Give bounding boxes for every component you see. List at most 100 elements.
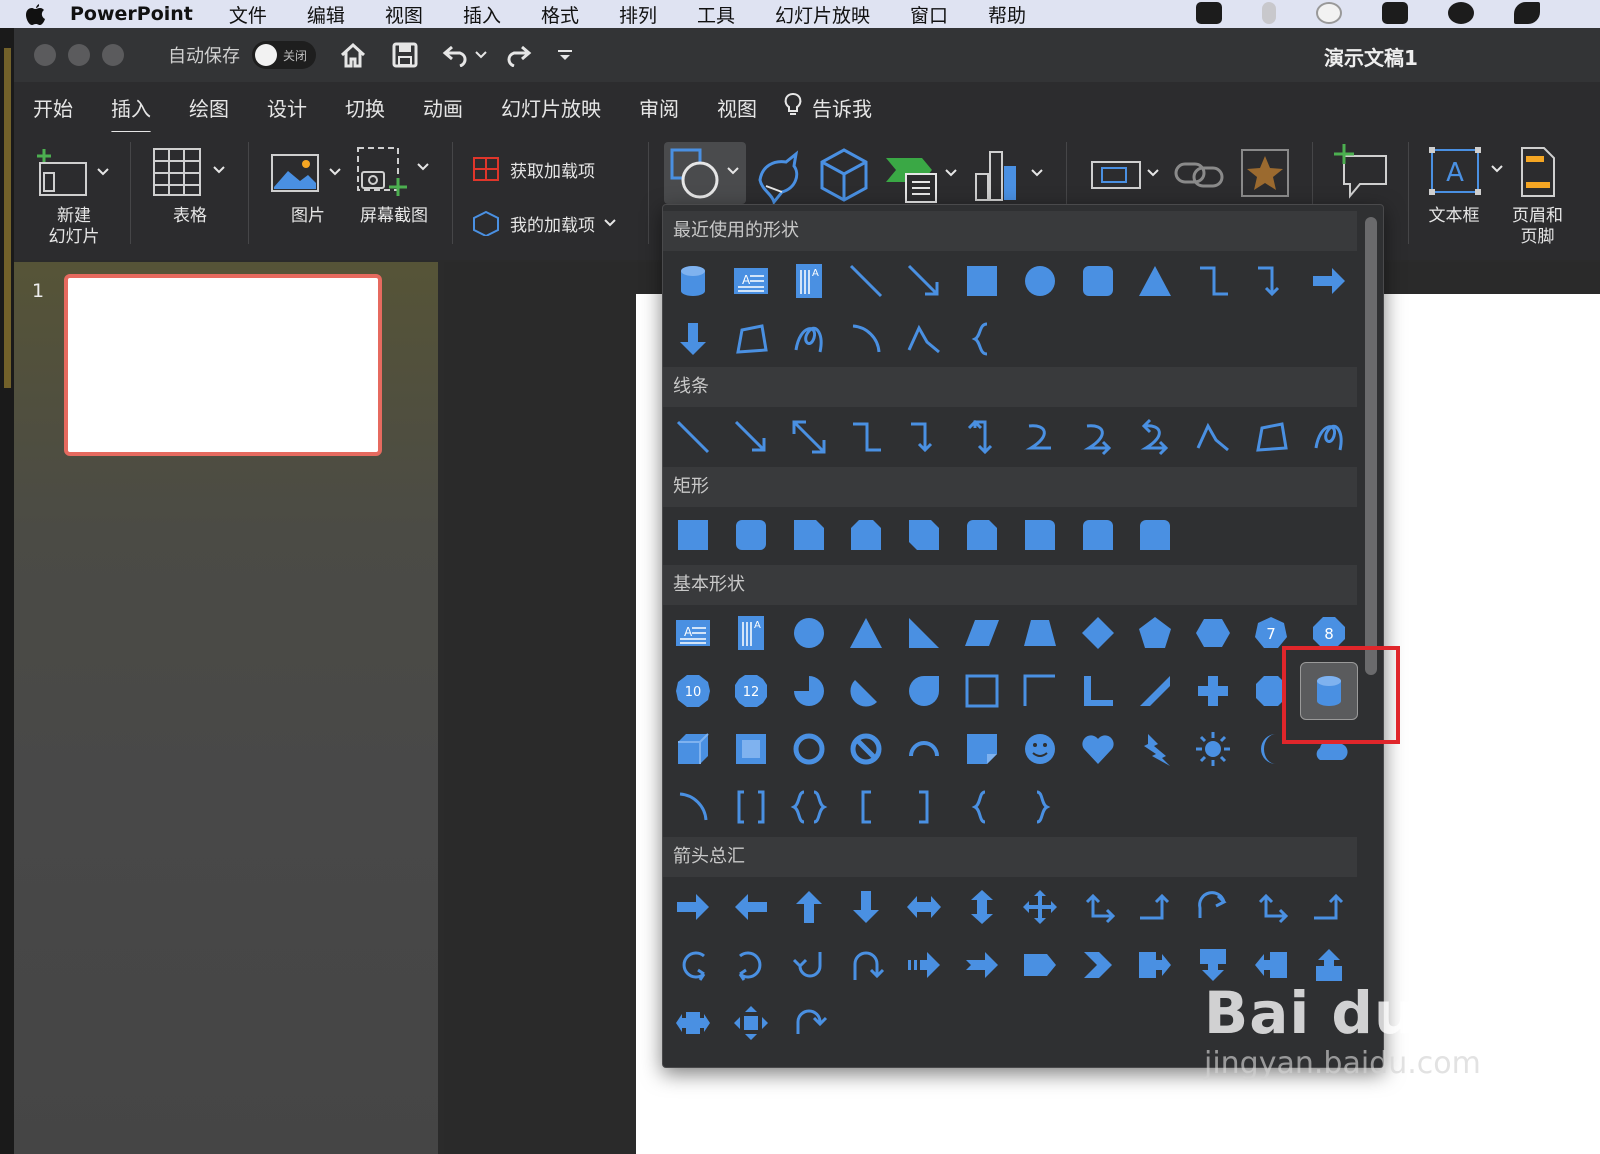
tray-office-icon[interactable] [1382, 2, 1408, 24]
shape-downarrow-icon[interactable] [842, 883, 890, 931]
shape-arc-icon[interactable] [842, 315, 890, 363]
shape-roundrect-icon[interactable] [1074, 257, 1122, 305]
shape-rbracket-icon[interactable] [900, 783, 948, 831]
shape-uparrow-icon[interactable] [785, 883, 833, 931]
shape-bevel-icon[interactable] [727, 725, 775, 773]
shape-rightarrow-icon[interactable] [1305, 257, 1353, 305]
shape-diagstripe-icon[interactable] [1131, 667, 1179, 715]
shape-curvearrow-icon[interactable] [1074, 413, 1122, 461]
minimize-window-button[interactable] [68, 44, 90, 66]
menu-edit[interactable]: 编辑 [307, 1, 345, 28]
shape-chord-icon[interactable] [842, 667, 890, 715]
shape-chevron-icon[interactable] [1074, 941, 1122, 989]
save-icon[interactable] [390, 40, 420, 70]
shape-vtextbox-icon[interactable]: A [727, 609, 775, 657]
slide-thumbnail[interactable] [64, 274, 382, 456]
icons-button[interactable] [752, 146, 808, 210]
shape-pentarrow-icon[interactable] [1016, 941, 1064, 989]
tab-slideshow[interactable]: 幻灯片放映 [501, 87, 601, 128]
shape-trapezoid-icon[interactable] [1016, 609, 1064, 657]
undo-dropdown-chevron-icon[interactable] [474, 40, 488, 70]
shape-foldcorner-icon[interactable] [958, 725, 1006, 773]
shape-roundsnip-icon[interactable] [958, 511, 1006, 559]
shape-braces-icon[interactable] [785, 783, 833, 831]
shape-cylinder-icon[interactable] [669, 257, 717, 305]
shape-donut-icon[interactable] [785, 725, 833, 773]
shape-sun-icon[interactable] [1189, 725, 1237, 773]
shape-hexagon-icon[interactable] [1189, 609, 1237, 657]
shape-rect-icon[interactable] [958, 257, 1006, 305]
shape-leftup-icon[interactable] [1074, 883, 1122, 931]
action-button[interactable] [1238, 146, 1292, 204]
tray-grid-icon[interactable] [1196, 2, 1222, 24]
textbox-button[interactable]: A 文本框 [1428, 138, 1510, 227]
shape-round2-icon[interactable] [1131, 511, 1179, 559]
home-icon[interactable] [338, 40, 368, 70]
shape-curvedarrow-icon[interactable] [1189, 883, 1237, 931]
shape-downarrow-icon[interactable] [669, 315, 717, 363]
picture-button[interactable]: 图片 [270, 138, 346, 227]
shape-curvedbl-icon[interactable] [1131, 413, 1179, 461]
shape-circulararrow-icon[interactable] [785, 999, 833, 1047]
comment-button[interactable] [1330, 142, 1390, 204]
tray-mouse-icon[interactable] [1262, 2, 1276, 24]
shape-plus-icon[interactable] [1189, 667, 1237, 715]
shape-textbox-icon[interactable]: A [669, 609, 717, 657]
shape-badge12-icon[interactable]: 12 [727, 667, 775, 715]
shape-circlearrowL-icon[interactable] [669, 941, 717, 989]
shape-smiley-icon[interactable] [1016, 725, 1064, 773]
shape-bentup-icon[interactable] [1305, 883, 1353, 931]
shape-diamond-icon[interactable] [1074, 609, 1122, 657]
shape-wave-icon[interactable] [1189, 413, 1237, 461]
tab-design[interactable]: 设计 [267, 87, 307, 128]
shape-textbox-icon[interactable]: A [727, 257, 775, 305]
shape-freeform-icon[interactable] [1247, 413, 1295, 461]
shape-elbowarrow-icon[interactable] [1247, 257, 1295, 305]
shape-parallelogram-icon[interactable] [958, 609, 1006, 657]
tab-insert[interactable]: 插入 [111, 87, 151, 134]
shape-rcallout-icon[interactable] [1131, 941, 1179, 989]
shape-scribble-icon[interactable] [785, 315, 833, 363]
shape-lrcallout-icon[interactable] [669, 999, 717, 1047]
shape-vtextbox-icon[interactable]: A [785, 257, 833, 305]
shape-leftarrow-icon[interactable] [727, 883, 775, 931]
shape-udarrow-icon[interactable] [958, 883, 1006, 931]
tray-fan-icon[interactable] [1448, 2, 1474, 24]
menu-view[interactable]: 视图 [385, 1, 423, 28]
shape-triangle-icon[interactable] [842, 609, 890, 657]
tell-me-search[interactable]: 告诉我 [812, 87, 872, 128]
shape-heart-icon[interactable] [1074, 725, 1122, 773]
shape-elbow-icon[interactable] [1189, 257, 1237, 305]
shape-brace-icon[interactable] [958, 315, 1006, 363]
close-window-button[interactable] [34, 44, 56, 66]
undo-icon[interactable] [442, 40, 472, 70]
shape-snip1-icon[interactable] [785, 511, 833, 559]
shape-leftup-icon[interactable] [1247, 883, 1295, 931]
shape-pentagon-icon[interactable] [1131, 609, 1179, 657]
tab-review[interactable]: 审阅 [639, 87, 679, 128]
menu-window[interactable]: 窗口 [910, 1, 948, 28]
shape-snipdiag-icon[interactable] [900, 511, 948, 559]
shape-circle-icon[interactable] [1016, 257, 1064, 305]
shape-round1-icon[interactable] [1016, 511, 1064, 559]
shape-stripedarrow-icon[interactable] [900, 941, 948, 989]
shape-quadarrow-icon[interactable] [1016, 883, 1064, 931]
menu-slideshow[interactable]: 幻灯片放映 [775, 1, 870, 28]
screenshot-button[interactable]: 屏幕截图 [354, 138, 434, 227]
menu-app-name[interactable]: PowerPoint [70, 3, 193, 25]
shape-teardrop-icon[interactable] [900, 667, 948, 715]
chart-button[interactable] [972, 146, 1056, 210]
menu-format[interactable]: 格式 [541, 1, 579, 28]
shape-line-icon[interactable] [842, 257, 890, 305]
shape-elbowdbl-icon[interactable] [958, 413, 1006, 461]
shape-quadcallout-icon[interactable] [727, 999, 775, 1047]
shape-curve-icon[interactable] [1016, 413, 1064, 461]
shape-uturndown-icon[interactable] [842, 941, 890, 989]
tray-sync-icon[interactable] [1316, 2, 1342, 24]
shape-uturnup-icon[interactable] [785, 941, 833, 989]
3d-models-button[interactable] [816, 146, 872, 208]
shape-pie-icon[interactable] [785, 667, 833, 715]
shape-rect-icon[interactable] [669, 511, 717, 559]
menu-help[interactable]: 帮助 [988, 1, 1026, 28]
shape-circle-icon[interactable] [785, 609, 833, 657]
